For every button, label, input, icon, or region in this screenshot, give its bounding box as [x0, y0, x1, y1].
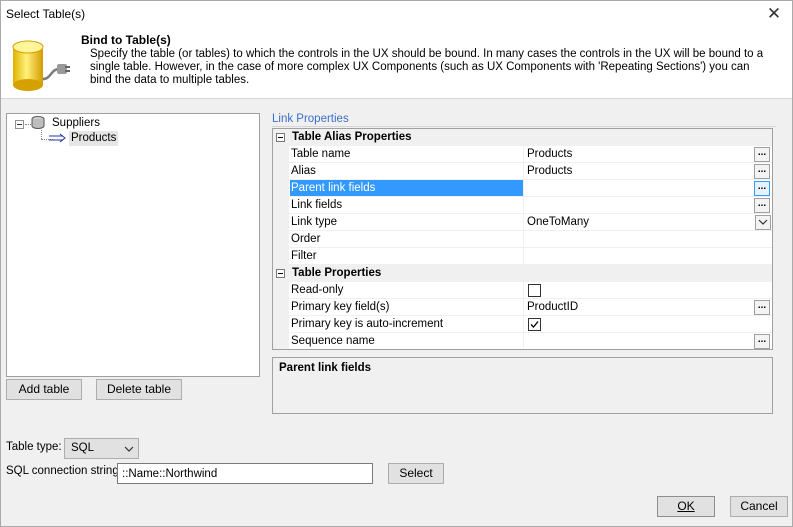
property-name: Filter — [290, 248, 524, 264]
row-gutter — [273, 180, 289, 197]
cancel-button[interactable]: Cancel — [730, 496, 788, 517]
ellipsis-button[interactable]: ... — [754, 181, 770, 196]
ellipsis-button[interactable]: ... — [754, 164, 770, 179]
property-value[interactable] — [527, 248, 753, 264]
row-gutter — [273, 316, 289, 333]
category-table-alias-properties[interactable]: Table Alias Properties — [273, 129, 772, 146]
header-description: Specify the table (or tables) to which t… — [90, 48, 764, 86]
property-value[interactable] — [527, 333, 753, 349]
property-name: Table name — [290, 146, 524, 162]
property-row-alias[interactable]: Alias Products ... — [273, 163, 772, 180]
row-gutter — [273, 163, 289, 180]
property-row-primary-key-auto-increment[interactable]: Primary key is auto-increment — [273, 316, 772, 333]
property-grid[interactable]: Table Alias Properties Table name Produc… — [272, 128, 773, 350]
table-tree[interactable]: Suppliers Products — [6, 113, 260, 377]
property-value[interactable]: Products — [527, 146, 753, 162]
ellipsis-button[interactable]: ... — [754, 147, 770, 162]
ellipsis-button[interactable]: ... — [754, 334, 770, 349]
property-name: Primary key field(s) — [290, 299, 524, 315]
property-value[interactable] — [527, 197, 753, 213]
property-name: Primary key is auto-increment — [290, 316, 524, 332]
tree-connector — [41, 130, 42, 139]
property-name: Alias — [290, 163, 524, 179]
property-row-link-fields[interactable]: Link fields ... — [273, 197, 772, 214]
property-row-filter[interactable]: Filter — [273, 248, 772, 265]
property-row-sequence-name[interactable]: Sequence name ... — [273, 333, 772, 349]
row-gutter — [273, 299, 289, 316]
table-type-value: SQL — [71, 442, 95, 454]
property-value[interactable] — [527, 231, 753, 247]
table-type-select[interactable]: SQL — [64, 438, 139, 459]
connection-string-input[interactable] — [117, 463, 373, 484]
dropdown-button[interactable] — [755, 215, 771, 230]
property-name: Order — [290, 231, 524, 247]
row-gutter — [273, 282, 289, 299]
header-title: Bind to Table(s) — [81, 33, 171, 47]
property-value[interactable]: OneToMany — [527, 214, 753, 230]
delete-table-button[interactable]: Delete table — [96, 379, 182, 400]
chevron-down-icon — [758, 219, 768, 225]
property-row-table-name[interactable]: Table name Products ... — [273, 146, 772, 163]
group-divider — [272, 126, 776, 127]
ellipsis-button[interactable]: ... — [754, 198, 770, 213]
property-name: Sequence name — [290, 333, 524, 349]
property-name: Link fields — [290, 197, 524, 213]
window-title: Select Table(s) — [6, 7, 86, 21]
category-label: Table Alias Properties — [292, 131, 412, 143]
connection-string-label: SQL connection string: — [6, 465, 122, 477]
property-value[interactable]: Products — [527, 163, 753, 179]
checkmark-icon — [530, 321, 539, 328]
close-icon[interactable]: ✕ — [764, 4, 784, 24]
collapse-toggle-icon[interactable] — [15, 120, 24, 129]
property-row-order[interactable]: Order — [273, 231, 772, 248]
select-button[interactable]: Select — [388, 463, 444, 484]
row-gutter — [273, 214, 289, 231]
database-plug-icon — [12, 40, 70, 91]
row-gutter — [273, 146, 289, 163]
property-value[interactable]: ProductID — [527, 299, 753, 315]
link-properties-label: Link Properties — [272, 113, 349, 125]
auto-increment-checkbox[interactable] — [528, 318, 541, 331]
link-arrow-icon — [49, 133, 66, 143]
tree-node-products[interactable]: Products — [69, 131, 119, 146]
row-gutter — [273, 231, 289, 248]
property-row-link-type[interactable]: Link type OneToMany — [273, 214, 772, 231]
chevron-down-icon — [124, 446, 134, 452]
property-description-title: Parent link fields — [279, 362, 372, 374]
property-row-parent-link-fields[interactable]: Parent link fields ... — [273, 180, 772, 197]
category-table-properties[interactable]: Table Properties — [273, 265, 772, 282]
select-tables-dialog: Select Table(s) ✕ Bind to Table(s) Speci… — [0, 0, 793, 527]
category-label: Table Properties — [292, 267, 382, 279]
database-table-icon — [31, 116, 45, 129]
read-only-checkbox[interactable] — [528, 284, 541, 297]
dialog-header: Bind to Table(s) Specify the table (or t… — [1, 29, 792, 99]
property-description-box: Parent link fields — [272, 357, 773, 414]
tree-node-suppliers[interactable]: Suppliers — [52, 116, 100, 131]
ok-button[interactable]: OK — [657, 496, 715, 517]
collapse-icon[interactable] — [276, 269, 285, 278]
property-name: Link type — [290, 214, 524, 230]
ellipsis-button[interactable]: ... — [754, 300, 770, 315]
title-bar: Select Table(s) ✕ — [1, 1, 792, 29]
property-row-primary-key-fields[interactable]: Primary key field(s) ProductID ... — [273, 299, 772, 316]
property-name: Parent link fields — [290, 180, 524, 196]
collapse-icon[interactable] — [276, 133, 285, 142]
row-gutter — [273, 197, 289, 214]
add-table-button[interactable]: Add table — [6, 379, 82, 400]
property-name: Read-only — [290, 282, 524, 298]
table-type-label: Table type: — [6, 441, 62, 453]
property-value[interactable] — [527, 180, 753, 196]
property-row-read-only[interactable]: Read-only — [273, 282, 772, 299]
row-gutter — [273, 333, 289, 349]
row-gutter — [273, 248, 289, 265]
